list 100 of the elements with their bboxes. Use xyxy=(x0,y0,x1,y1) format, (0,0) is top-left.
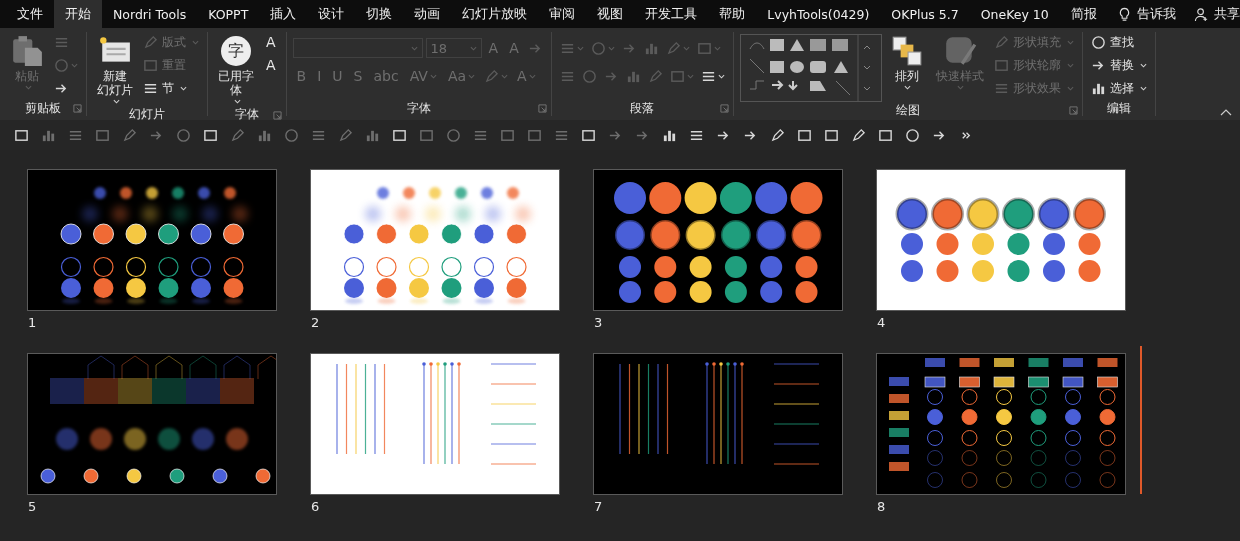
slide-drawing[interactable] xyxy=(311,170,559,310)
caret-icon xyxy=(957,83,965,91)
square-icon xyxy=(824,127,839,143)
caret-icon xyxy=(682,44,690,52)
square-icon xyxy=(696,40,712,56)
group-label: 字体 xyxy=(406,99,431,117)
caret-icon xyxy=(192,38,199,46)
caret-icon xyxy=(24,83,32,91)
pen-icon xyxy=(993,34,1009,50)
dialog-launcher-icon[interactable] xyxy=(537,104,547,113)
square-icon xyxy=(419,127,434,143)
slide-drawing[interactable] xyxy=(877,354,1125,494)
ribbon-tab[interactable]: LvyhTools(0429) xyxy=(756,0,881,28)
caret-icon xyxy=(686,72,694,80)
slide-number: 7 xyxy=(594,499,603,514)
caret-icon xyxy=(1066,84,1074,92)
ribbon-tab[interactable]: 切换 xyxy=(355,0,404,28)
ribbon-tab[interactable]: OKPlus 5.7 xyxy=(880,0,970,28)
ribbon-tab[interactable]: 插入 xyxy=(259,0,308,28)
square-icon xyxy=(993,57,1009,73)
ribbon-tab[interactable]: 动画 xyxy=(403,0,452,28)
format-button[interactable]: A xyxy=(262,32,280,52)
slide-number: 2 xyxy=(311,315,320,330)
caret-icon xyxy=(233,97,241,105)
format-button[interactable]: A xyxy=(262,55,280,75)
slide-drawing[interactable] xyxy=(594,170,842,310)
collapse-ribbon-icon[interactable] xyxy=(1220,108,1232,116)
slide-number: 6 xyxy=(311,499,320,514)
group-label: 剪贴板 xyxy=(25,99,61,117)
ribbon-button[interactable]: 选择 xyxy=(1088,78,1149,98)
tell-me-button[interactable]: 告诉我 xyxy=(1107,0,1185,28)
ribbon-tab[interactable]: 开始 xyxy=(54,0,102,28)
caret-icon xyxy=(468,72,476,80)
caret-icon xyxy=(717,72,725,80)
caret-icon xyxy=(1139,84,1147,92)
ribbon-button[interactable]: 节 xyxy=(141,78,189,98)
circle-icon xyxy=(284,127,299,143)
large-ribbon-button[interactable]: 排列 xyxy=(885,32,928,93)
square-icon xyxy=(669,68,685,84)
ribbon-tab[interactable]: 文件 xyxy=(6,0,54,28)
slide-drawing[interactable] xyxy=(877,170,1125,310)
pen-icon xyxy=(647,68,663,84)
circle-icon xyxy=(581,68,597,84)
group-label: 段落 xyxy=(630,99,655,117)
slide-drawing[interactable] xyxy=(28,170,276,310)
group-label: 字体 xyxy=(234,106,259,124)
circle-icon xyxy=(905,127,920,143)
caret-icon xyxy=(713,44,721,52)
caret-icon xyxy=(607,44,615,52)
caret-icon xyxy=(576,44,584,52)
pen-icon xyxy=(338,127,353,143)
ribbon-tab[interactable]: KOPPT xyxy=(197,0,260,28)
large-ribbon-button[interactable]: 字 已用字 体 xyxy=(214,32,258,107)
pen-icon xyxy=(770,127,785,143)
square-icon xyxy=(527,127,542,143)
ribbon-tab[interactable]: 视图 xyxy=(586,0,635,28)
pen-icon xyxy=(851,127,866,143)
slide-drawing[interactable] xyxy=(28,354,276,494)
ribbon-tab[interactable]: 审阅 xyxy=(538,0,587,28)
share-button[interactable]: 共享 xyxy=(1184,0,1240,28)
person-icon xyxy=(1193,6,1209,22)
slide-number: 3 xyxy=(594,315,603,330)
dialog-launcher-icon[interactable] xyxy=(73,104,82,113)
caret-icon xyxy=(180,84,187,92)
ribbon-tab[interactable]: 幻灯片放映 xyxy=(451,0,539,28)
ribbon-tab[interactable]: Nordri Tools xyxy=(102,0,198,28)
slide-number: 5 xyxy=(28,499,37,514)
dialog-launcher-icon[interactable] xyxy=(1068,106,1078,115)
ribbon-tab[interactable]: 设计 xyxy=(307,0,356,28)
square-icon xyxy=(878,127,893,143)
ribbon-tab[interactable]: 简报 xyxy=(1059,0,1108,28)
group-label: 编辑 xyxy=(1106,99,1131,117)
clipboard-icon xyxy=(10,34,44,68)
group-label: 幻灯片 xyxy=(129,106,165,124)
ribbon-tab[interactable]: OneKey 10 xyxy=(969,0,1060,28)
caret-icon xyxy=(71,61,78,69)
square-icon xyxy=(95,127,110,143)
square-icon xyxy=(143,57,158,73)
pen-icon xyxy=(143,34,158,50)
circle-icon xyxy=(176,127,191,143)
ribbon-tab[interactable]: 开发工具 xyxy=(634,0,709,28)
font-badge-icon: 字 xyxy=(221,36,251,66)
circle-icon xyxy=(590,40,606,56)
caret-icon xyxy=(1066,38,1074,46)
circle-icon xyxy=(446,127,461,143)
ribbon-tab[interactable]: 帮助 xyxy=(708,0,757,28)
caret-icon xyxy=(1139,61,1147,69)
caret-icon xyxy=(1066,61,1074,69)
dialog-launcher-icon[interactable] xyxy=(272,110,282,120)
square-icon xyxy=(14,127,29,143)
caret-icon xyxy=(469,44,477,52)
large-ribbon-button[interactable]: 新建 幻灯片 xyxy=(93,32,137,107)
ribbon-button[interactable]: 替换 xyxy=(1088,55,1149,75)
dialog-launcher-icon[interactable] xyxy=(719,104,729,113)
pen-icon xyxy=(230,127,245,143)
caret-icon xyxy=(904,83,912,91)
pen-icon xyxy=(484,68,500,84)
ribbon-button[interactable]: 查找 xyxy=(1088,32,1136,52)
shapes-gallery[interactable] xyxy=(739,34,882,102)
square-icon xyxy=(500,127,515,143)
